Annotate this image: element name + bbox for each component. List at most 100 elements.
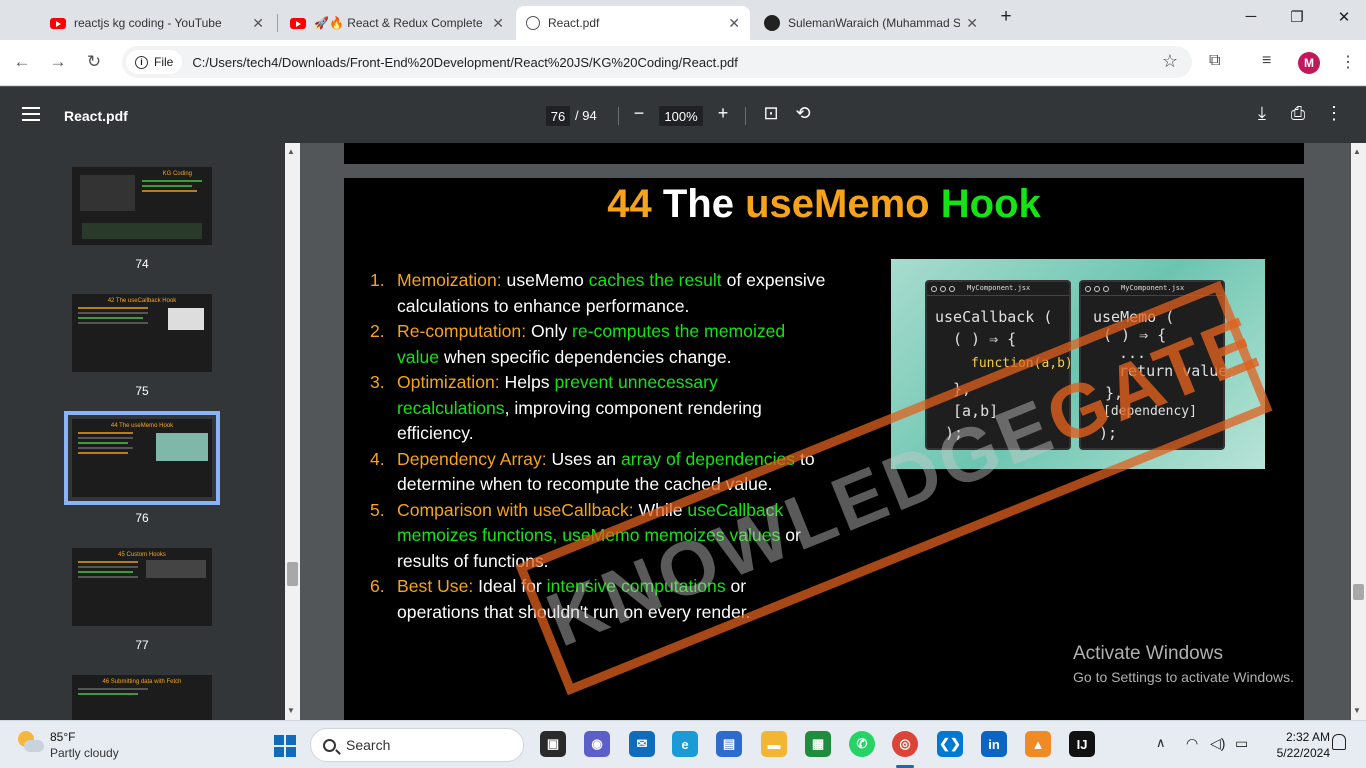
linkedin-icon[interactable]: in (981, 731, 1007, 757)
thumbnail-sidebar: KG Coding 74 42 The useCallback Hook 75 … (0, 143, 300, 720)
new-tab-button[interactable]: + (994, 6, 1018, 28)
clock-time[interactable]: 2:32 AM (1270, 730, 1330, 744)
thumbnail-page-label: 74 (135, 257, 149, 271)
teams-icon[interactable]: ◉ (584, 731, 610, 757)
slide-title-number: 44 (607, 182, 652, 226)
slide-title: 44 The useMemo Hook (344, 182, 1304, 227)
tab-github[interactable]: SulemanWaraich (Muhammad S ✕ (754, 6, 988, 40)
close-icon[interactable]: ✕ (252, 15, 264, 32)
scroll-down-icon[interactable]: ▼ (1353, 706, 1361, 715)
close-window-button[interactable]: ✕ (1332, 8, 1356, 26)
viewer-scrollbar[interactable]: ▲ ▼ (1351, 143, 1366, 720)
reload-button[interactable]: ↻ (83, 52, 105, 72)
battery-icon[interactable]: ▭ (1235, 735, 1248, 752)
vscode-icon[interactable]: ❮❯ (937, 731, 963, 757)
bullet-list: 1. Memoization: useMemo caches the result… (370, 268, 830, 625)
pdf-viewer[interactable]: 44 The useMemo Hook 1. Memoization: useMe… (300, 143, 1366, 720)
toolbar-divider (745, 107, 746, 125)
close-icon[interactable]: ✕ (492, 15, 504, 32)
thumbnail-page-label: 75 (135, 384, 149, 398)
fit-page-icon[interactable]: ⊡ (760, 103, 782, 124)
windows-start-button[interactable] (274, 735, 296, 757)
weather-description[interactable]: Partly cloudy (50, 746, 119, 760)
scrollbar-thumb[interactable] (1353, 584, 1364, 600)
mail-icon[interactable]: ✉ (629, 731, 655, 757)
store-icon[interactable]: ▤ (716, 731, 742, 757)
page-number-input[interactable]: 76 (546, 106, 570, 126)
wifi-icon[interactable]: ◠ (1186, 735, 1198, 752)
url-text[interactable]: C:/Users/tech4/Downloads/Front-End%20Dev… (192, 55, 738, 70)
print-icon[interactable]: ⎙ (1287, 103, 1309, 124)
tab-title: reactjs kg coding - YouTube (74, 16, 222, 30)
thumbnail-page-75[interactable]: 42 The useCallback Hook (72, 294, 212, 372)
code-illustration: MyComponent.jsx useCallback ( ( ) ⇒ { fu… (891, 259, 1265, 469)
zoom-in-button[interactable]: + (712, 103, 734, 124)
info-icon: i (135, 55, 148, 69)
profile-avatar[interactable]: M (1298, 52, 1320, 74)
list-item: 6. Best Use: Ideal for intensive computat… (370, 576, 751, 622)
tab-title: SulemanWaraich (Muhammad S (788, 16, 961, 30)
tab-youtube-kg[interactable]: reactjs kg coding - YouTube ✕ (40, 6, 274, 40)
notification-bell-icon[interactable] (1332, 734, 1346, 750)
taskbar-search[interactable]: Search (310, 728, 524, 762)
tab-title: React.pdf (548, 16, 600, 30)
zoom-input[interactable]: 100% (659, 106, 703, 126)
classroom-icon[interactable]: ▦ (805, 731, 831, 757)
rotate-icon[interactable]: ⟲ (792, 103, 814, 124)
thumbnail-page-76[interactable]: 44 The useMemo Hook (64, 411, 220, 505)
code-window-usememo: MyComponent.jsx useMemo ( ( ) ⇒ { ... re… (1079, 280, 1236, 450)
close-icon[interactable]: ✕ (728, 15, 740, 32)
thumbnail-page-label: 76 (135, 511, 149, 525)
browser-menu-icon[interactable]: ⋮ (1340, 52, 1356, 72)
close-icon[interactable]: ✕ (966, 15, 978, 32)
task-view-icon[interactable]: ▣ (540, 731, 566, 757)
media-controls-icon[interactable]: ≡ (1262, 52, 1271, 70)
chevron-up-icon[interactable]: ∧ (1156, 735, 1166, 751)
restore-button[interactable]: ❐ (1285, 8, 1309, 26)
page-total: / 94 (575, 108, 597, 123)
github-icon (764, 15, 780, 31)
whatsapp-icon[interactable]: ✆ (849, 731, 875, 757)
pdf-page: 44 The useMemo Hook 1. Memoization: useMe… (344, 178, 1304, 720)
scroll-down-icon[interactable]: ▼ (287, 706, 295, 715)
thumbnail-page-74[interactable]: KG Coding (72, 167, 212, 245)
tab-youtube-react-redux[interactable]: 🚀🔥 React & Redux Complete ✕ (280, 6, 514, 40)
site-info-label: File (154, 55, 174, 69)
scrollbar-thumb[interactable] (287, 562, 298, 586)
youtube-icon (290, 17, 306, 29)
file-explorer-icon[interactable]: ▬ (761, 731, 787, 757)
clock-date[interactable]: 5/22/2024 (1262, 746, 1330, 760)
windows-activation-notice: Activate Windows Go to Settings to activ… (1073, 643, 1294, 685)
more-options-icon[interactable]: ⋮ (1323, 103, 1345, 124)
list-item: 2. Re-computation: Only re-computes the m… (370, 321, 786, 367)
minimize-button[interactable]: ─ (1239, 8, 1263, 25)
intellij-icon[interactable]: IJ (1069, 731, 1095, 757)
volume-icon[interactable]: ◁) (1210, 735, 1225, 752)
scroll-up-icon[interactable]: ▲ (287, 147, 295, 156)
tab-react-pdf[interactable]: React.pdf ✕ (516, 6, 750, 40)
back-button[interactable]: ← (11, 52, 33, 72)
address-bar[interactable]: i File C:/Users/tech4/Downloads/Front-En… (122, 46, 1192, 78)
forward-button[interactable]: → (47, 52, 69, 72)
extensions-icon[interactable]: ⧉ (1209, 52, 1220, 70)
edge-icon[interactable]: e (672, 731, 698, 757)
partly-cloudy-icon[interactable] (18, 731, 44, 753)
scroll-up-icon[interactable]: ▲ (1353, 147, 1361, 156)
site-info-chip[interactable]: i File (126, 50, 183, 74)
slide-title-usememo: useMemo (745, 182, 930, 226)
thumbnail-title: 44 The useMemo Hook (110, 423, 174, 429)
zoom-out-button[interactable]: − (628, 103, 650, 124)
hamburger-menu-icon[interactable] (22, 107, 40, 121)
bookmark-star-icon[interactable]: ☆ (1162, 51, 1178, 72)
tab-title: 🚀🔥 React & Redux Complete (314, 16, 483, 30)
activation-title: Activate Windows (1073, 643, 1223, 664)
thumbnail-page-77[interactable]: 45 Custom Hooks (72, 548, 212, 626)
chrome-icon[interactable]: ◎ (892, 731, 918, 757)
weather-temperature[interactable]: 85°F (50, 730, 75, 744)
thumbnail-page-78[interactable]: 46 Submitting data with Fetch (72, 675, 212, 720)
code-filename: MyComponent.jsx (967, 284, 1031, 292)
download-icon[interactable]: ⤓ (1251, 103, 1273, 124)
list-item: 5. Comparison with useCallback: While use… (370, 499, 801, 571)
sidebar-scrollbar[interactable]: ▲ ▼ (285, 143, 300, 720)
vlc-icon[interactable]: ▲ (1025, 731, 1051, 757)
